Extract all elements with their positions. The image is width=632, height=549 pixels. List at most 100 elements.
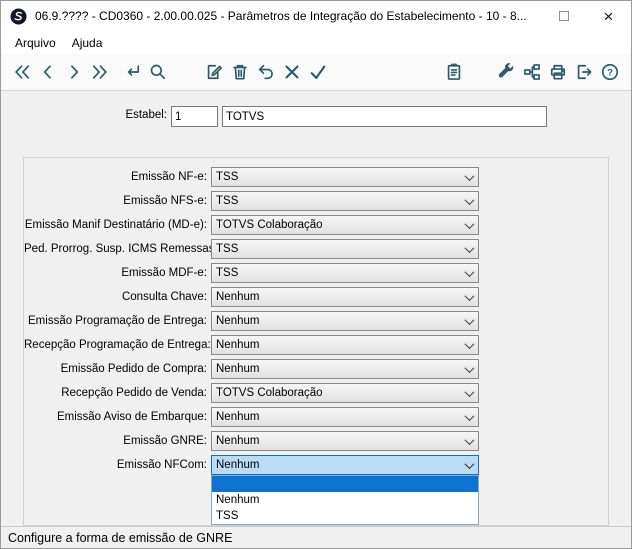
combo-emissao-gnre[interactable]: Nenhum <box>211 431 479 451</box>
combo-emissao-mdfe[interactable]: TSS <box>211 263 479 283</box>
chevron-down-icon <box>461 240 478 258</box>
confirm-icon[interactable] <box>305 58 331 86</box>
combo-value: Nenhum <box>216 435 260 447</box>
integration-groupbox: Emissão NF-e: TSS Emissão NFS-e: TSS Emi… <box>23 157 609 526</box>
combo-value: TSS <box>216 171 239 183</box>
field-label: Emissão Programação de Entrega: <box>28 315 207 327</box>
combo-value: Nenhum <box>216 339 260 351</box>
combo-consulta-chave[interactable]: Nenhum <box>211 287 479 307</box>
window-title: 06.9.???? - CD0360 - 2.00.00.025 - Parâm… <box>35 9 527 23</box>
previous-record-icon[interactable] <box>35 58 61 86</box>
app-window: 06.9.???? - CD0360 - 2.00.00.025 - Parâm… <box>0 0 632 549</box>
chevron-down-icon <box>461 192 478 210</box>
last-record-icon[interactable] <box>87 58 113 86</box>
chevron-down-icon <box>461 408 478 426</box>
field-label: Emissão GNRE: <box>123 435 207 447</box>
field-label: Consulta Chave: <box>121 291 207 303</box>
combo-value: TSS <box>216 267 239 279</box>
combo-emissao-nfcom[interactable]: Nenhum <box>211 455 479 475</box>
combo-emissao-manif-destinatario[interactable]: TOTVS Colaboração <box>211 215 479 235</box>
form-row: Emissão Programação de Entrega: Nenhum <box>24 309 608 333</box>
form-row: Ped. Prorrog. Susp. ICMS Remessas: TSS <box>24 237 608 261</box>
help-icon[interactable]: ? <box>597 58 623 86</box>
combo-value: Nenhum <box>216 411 260 423</box>
window-controls: × <box>541 1 631 31</box>
close-button[interactable]: × <box>586 1 631 31</box>
field-label: Ped. Prorrog. Susp. ICMS Remessas: <box>24 243 218 255</box>
first-record-icon[interactable] <box>9 58 35 86</box>
menu-arquivo[interactable]: Arquivo <box>7 34 64 52</box>
combo-emissao-aviso-embarque[interactable]: Nenhum <box>211 407 479 427</box>
statusbar: Configure a forma de emissão de GNRE <box>1 526 631 548</box>
combo-value: TOTVS Colaboração <box>216 387 323 399</box>
undo-icon[interactable] <box>253 58 279 86</box>
print-icon[interactable] <box>545 58 571 86</box>
form-area: Estabel: Emissão NF-e: TSS Emissão NFS-e… <box>1 91 631 526</box>
chevron-down-icon <box>461 432 478 450</box>
chevron-down-icon <box>461 168 478 186</box>
maximize-button[interactable] <box>541 1 586 31</box>
form-row: Emissão Aviso de Embarque: Nenhum <box>24 405 608 429</box>
combo-recepcao-pedido-venda[interactable]: TOTVS Colaboração <box>211 383 479 403</box>
dropdown-item-nenhum[interactable]: Nenhum <box>212 492 478 508</box>
chevron-down-icon <box>461 216 478 234</box>
dropdown-item-blank[interactable] <box>212 476 478 492</box>
field-label: Emissão Manif Destinatário (MD-e): <box>24 219 207 231</box>
network-icon[interactable] <box>519 58 545 86</box>
edit-icon[interactable] <box>201 58 227 86</box>
form-row: Recepção Pedido de Venda: TOTVS Colabora… <box>24 381 608 405</box>
form-row: Emissão NFS-e: TSS <box>24 189 608 213</box>
form-row: Emissão Pedido de Compra: Nenhum <box>24 357 608 381</box>
svg-text:?: ? <box>607 67 613 78</box>
estabel-label: Estabel: <box>125 109 167 121</box>
maximize-icon <box>558 11 569 21</box>
chevron-down-icon <box>461 384 478 402</box>
form-row: Emissão NF-e: TSS <box>24 165 608 189</box>
chevron-down-icon <box>461 264 478 282</box>
form-row: Emissão MDF-e: TSS <box>24 261 608 285</box>
combo-value: TOTVS Colaboração <box>216 219 323 231</box>
close-icon: × <box>603 6 614 26</box>
field-label: Emissão NFS-e: <box>123 195 207 207</box>
combo-emissao-pedido-compra[interactable]: Nenhum <box>211 359 479 379</box>
cancel-icon[interactable] <box>279 58 305 86</box>
menu-ajuda[interactable]: Ajuda <box>64 34 111 52</box>
next-record-icon[interactable] <box>61 58 87 86</box>
combo-emissao-nfe[interactable]: TSS <box>211 167 479 187</box>
field-label: Emissão MDF-e: <box>121 267 207 279</box>
form-row: Emissão GNRE: Nenhum <box>24 429 608 453</box>
field-label: Emissão NF-e: <box>130 171 207 183</box>
exit-icon[interactable] <box>571 58 597 86</box>
nfcom-dropdown-list: Nenhum TSS <box>211 475 479 525</box>
search-icon[interactable] <box>145 58 171 86</box>
chevron-up-icon <box>461 456 478 474</box>
estabel-code-input[interactable] <box>171 106 218 127</box>
field-label: Emissão Pedido de Compra: <box>60 363 207 375</box>
combo-emissao-nfse[interactable]: TSS <box>211 191 479 211</box>
field-label: Emissão NFCom: <box>116 459 207 471</box>
toolbar: ? <box>1 54 631 91</box>
status-message: Configure a forma de emissão de GNRE <box>8 530 233 545</box>
field-label: Emissão Aviso de Embarque: <box>56 411 207 423</box>
form-row: Recepção Programação de Entrega: Nenhum <box>24 333 608 357</box>
chevron-down-icon <box>461 288 478 306</box>
titlebar[interactable]: 06.9.???? - CD0360 - 2.00.00.025 - Parâm… <box>1 1 631 31</box>
combo-emissao-programacao-entrega[interactable]: Nenhum <box>211 311 479 331</box>
combo-value: TSS <box>216 243 239 255</box>
goto-record-icon[interactable] <box>119 58 145 86</box>
combo-recepcao-programacao-entrega[interactable]: Nenhum <box>211 335 479 355</box>
estabel-name-input[interactable] <box>222 106 547 127</box>
combo-ped-prorrog-susp-icms[interactable]: TSS <box>211 239 479 259</box>
combo-value: Nenhum <box>216 363 260 375</box>
tools-icon[interactable] <box>493 58 519 86</box>
dropdown-item-tss[interactable]: TSS <box>212 508 478 524</box>
delete-icon[interactable] <box>227 58 253 86</box>
form-row: Emissão Manif Destinatário (MD-e): TOTVS… <box>24 213 608 237</box>
combo-value: TSS <box>216 195 239 207</box>
form-row: Consulta Chave: Nenhum <box>24 285 608 309</box>
clipboard-icon[interactable] <box>441 58 467 86</box>
field-label: Recepção Programação de Entrega: <box>24 339 211 351</box>
combo-value: Nenhum <box>216 459 260 471</box>
chevron-down-icon <box>461 312 478 330</box>
app-icon <box>10 8 27 25</box>
